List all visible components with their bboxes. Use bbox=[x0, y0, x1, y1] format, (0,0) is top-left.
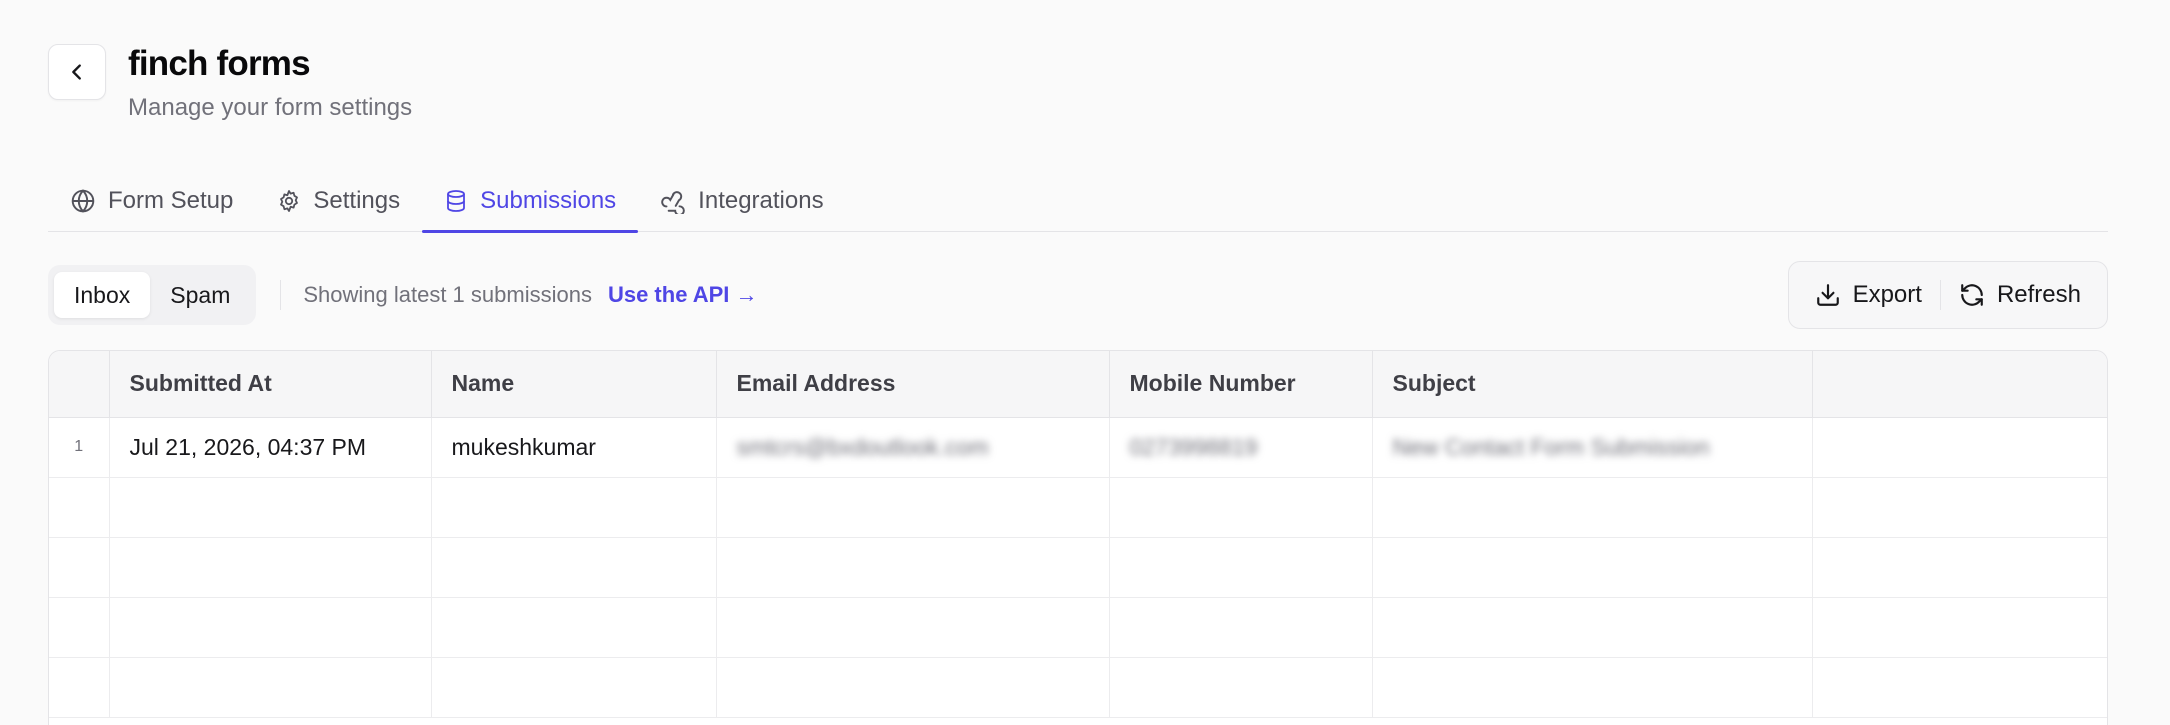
column-header-mobile[interactable]: Mobile Number bbox=[1109, 351, 1373, 418]
column-header-name[interactable]: Name bbox=[431, 351, 717, 418]
column-header-submitted-at[interactable]: Submitted At bbox=[109, 351, 432, 418]
inbox-spam-toggle: Inbox Spam bbox=[48, 265, 257, 325]
empty-row bbox=[49, 477, 2107, 538]
gear-icon bbox=[280, 190, 299, 212]
refresh-icon bbox=[1961, 284, 1983, 306]
chevron-left-icon bbox=[72, 64, 81, 80]
submissions-toolbar: Inbox Spam Showing latest 1 submissions … bbox=[48, 260, 2108, 330]
table-header-row: Submitted At Name Email Address Mobile N… bbox=[49, 351, 2107, 418]
export-label: Export bbox=[1852, 281, 1922, 308]
cell-email-value: smtcrs@bxdoutlook.com bbox=[736, 433, 989, 460]
empty-row bbox=[49, 597, 2107, 658]
cell-subject-value: New Contact Form Submission bbox=[1392, 433, 1710, 460]
spam-button[interactable]: Spam bbox=[150, 272, 250, 318]
globe-icon bbox=[71, 189, 95, 213]
cell-mobile-value: 0273998819 bbox=[1129, 433, 1258, 460]
refresh-button[interactable]: Refresh bbox=[1941, 270, 2099, 320]
page-title: finch forms bbox=[128, 44, 311, 83]
inbox-button[interactable]: Inbox bbox=[54, 272, 151, 318]
export-button[interactable]: Export bbox=[1797, 270, 1940, 320]
submissions-table: Submitted At Name Email Address Mobile N… bbox=[48, 350, 2108, 725]
toolbar-divider bbox=[280, 280, 282, 310]
cell-submitted-at: Jul 21, 2026, 04:37 PM bbox=[109, 417, 432, 478]
column-header-empty bbox=[1812, 351, 2107, 418]
tab-label: Form Setup bbox=[108, 187, 234, 214]
empty-row bbox=[49, 537, 2107, 598]
tab-bar: Form Setup Settings Submissions Integrat… bbox=[48, 170, 2108, 233]
action-group: Export Refresh bbox=[1787, 261, 2108, 329]
column-header-email[interactable]: Email Address bbox=[716, 351, 1110, 418]
back-button[interactable] bbox=[48, 44, 106, 100]
column-header-subject[interactable]: Subject bbox=[1372, 351, 1813, 418]
cell-empty bbox=[1812, 417, 2107, 478]
tab-label: Settings bbox=[313, 187, 401, 214]
table-row[interactable]: 1 Jul 21, 2026, 04:37 PM mukeshkumar smt… bbox=[49, 417, 2107, 478]
tab-label: Integrations bbox=[698, 187, 824, 214]
column-header-index bbox=[49, 351, 110, 418]
cell-name: mukeshkumar bbox=[431, 417, 717, 478]
tab-submissions[interactable]: Submissions bbox=[422, 170, 639, 233]
page-header: finch forms Manage your form settings bbox=[48, 44, 412, 122]
tab-form-setup[interactable]: Form Setup bbox=[48, 170, 255, 232]
download-icon bbox=[1816, 284, 1839, 306]
refresh-label: Refresh bbox=[1996, 281, 2081, 308]
submission-count-text: Showing latest 1 submissions bbox=[303, 282, 592, 307]
webhook-icon bbox=[661, 191, 685, 214]
database-icon bbox=[447, 190, 466, 212]
tab-label: Submissions bbox=[480, 187, 617, 214]
tab-settings[interactable]: Settings bbox=[255, 170, 422, 232]
row-index: 1 bbox=[49, 417, 110, 478]
cell-mobile: 0273998819 bbox=[1109, 417, 1373, 478]
tab-integrations[interactable]: Integrations bbox=[638, 170, 845, 232]
cell-email: smtcrs@bxdoutlook.com bbox=[716, 417, 1110, 478]
empty-row bbox=[49, 657, 2107, 718]
cell-subject: New Contact Form Submission bbox=[1372, 417, 1813, 478]
use-api-link[interactable]: Use the API → bbox=[608, 282, 758, 308]
page-subtitle: Manage your form settings bbox=[128, 94, 413, 121]
